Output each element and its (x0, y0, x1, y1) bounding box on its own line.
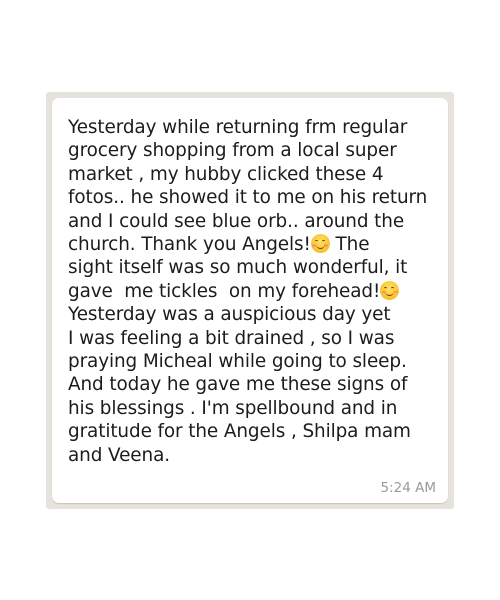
message-line: gave me tickles on my forehead! (68, 280, 381, 302)
message-bubble[interactable]: Yesterday while returning frm regular gr… (52, 98, 448, 503)
message-line: and I could see blue orb.. around the (68, 210, 405, 232)
message-line: Yesterday while returning frm regular (68, 117, 408, 138)
message-line: sight itself was so much wonderful, it (68, 257, 408, 279)
message-line: The (329, 234, 370, 256)
message-line: And today he gave me these signs of (68, 374, 408, 396)
smiling-face-emoji-icon (310, 234, 330, 254)
message-line: gratitude for the Angels , Shilpa mam (68, 421, 411, 443)
message-line: Yesterday was a auspicious day yet (68, 304, 391, 326)
message-timestamp: 5:24 AM (380, 480, 437, 496)
message-line: fotos.. he showed it to me on his return (68, 187, 428, 209)
message-line: I was feeling a bit drained , so I was (68, 327, 395, 349)
message-text: Yesterday while returning frm regular gr… (68, 116, 434, 467)
smiling-face-emoji-icon (380, 280, 400, 300)
message-line: grocery shopping from a local super (68, 140, 397, 162)
message-line: and Veena. (68, 444, 170, 466)
message-line: market , my hubby clicked these 4 (68, 163, 384, 185)
message-line: praying Micheal while going to sleep. (68, 351, 407, 373)
message-line: church. Thank you Angels! (68, 234, 311, 256)
message-line: his blessings . I'm spellbound and in (68, 397, 398, 419)
